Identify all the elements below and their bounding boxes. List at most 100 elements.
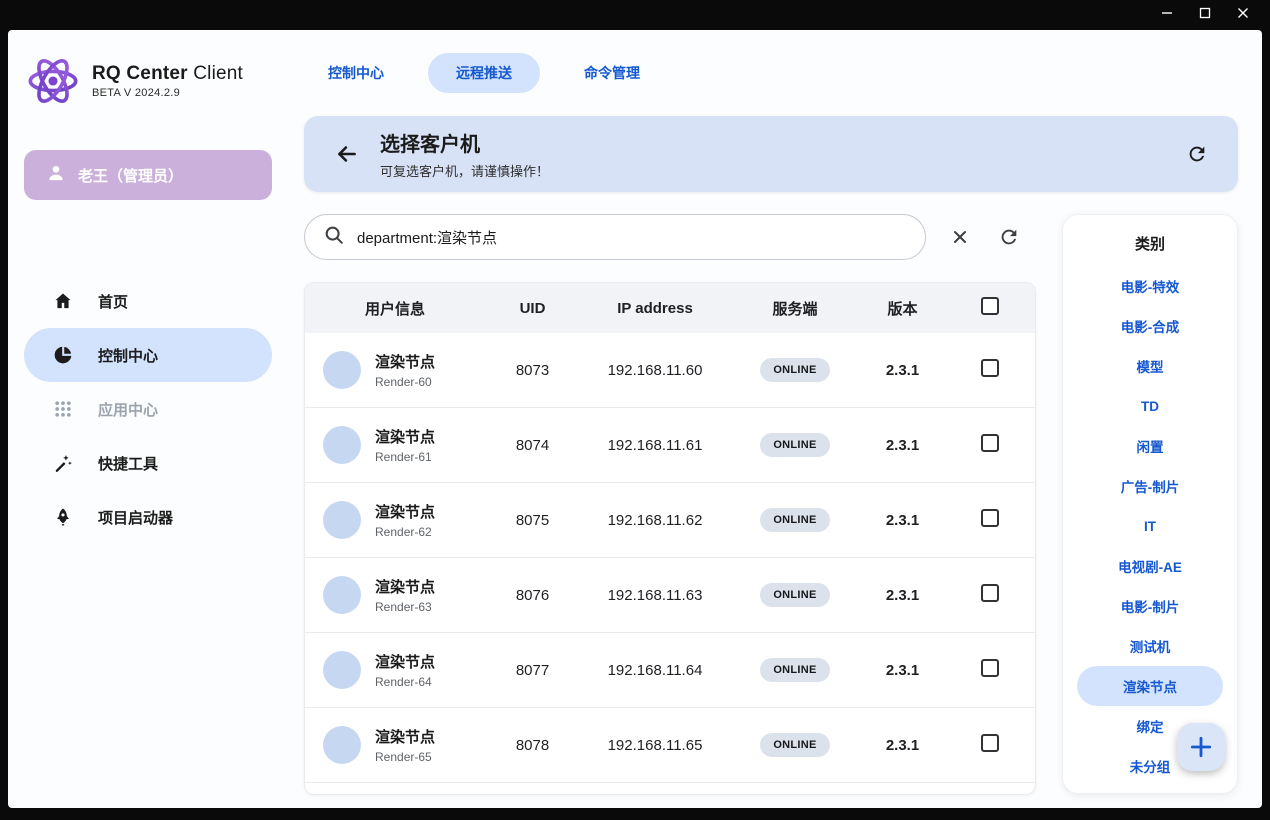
minimize-icon [1161, 6, 1173, 24]
search-bar[interactable] [304, 214, 926, 260]
search-input[interactable] [357, 229, 907, 246]
client-name-stack: 渲染节点Render-60 [375, 351, 435, 389]
sidebar-item-quick-tools[interactable]: 快捷工具 [24, 436, 272, 490]
sidebar: RQ Center Client BETA V 2024.2.9 老王（管理员）… [8, 30, 288, 808]
client-id: Render-62 [375, 525, 435, 539]
table-row[interactable]: 渲染节点Render-658078192.168.11.65ONLINE2.3.… [305, 708, 1035, 783]
client-name-stack: 渲染节点 Render-61 [375, 426, 435, 464]
status-badge: ONLINE [760, 583, 829, 607]
client-id: Render-65 [375, 750, 435, 764]
avatar [323, 351, 361, 389]
main-area: 控制中心 远程推送 命令管理 选择客户机 可复选客户机，请谨慎操作！ [288, 30, 1262, 808]
select-all-checkbox[interactable] [981, 297, 999, 315]
maximize-button[interactable] [1186, 2, 1224, 28]
category-item-4[interactable]: 闲置 [1077, 426, 1223, 466]
app-name-bold: RQ Center [92, 63, 188, 84]
table-row[interactable]: 渲染节点Render-608073192.168.11.60ONLINE2.3.… [305, 333, 1035, 408]
status-cell: ONLINE [760, 658, 829, 682]
close-window-icon [1237, 6, 1249, 24]
user-info-cell: 渲染节点Render-64 [305, 651, 435, 689]
app-frame: RQ Center Client BETA V 2024.2.9 老王（管理员）… [8, 30, 1262, 808]
client-ip: 192.168.11.63 [608, 587, 703, 604]
category-item-3[interactable]: TD [1077, 386, 1223, 426]
tab-remote-push[interactable]: 远程推送 [428, 53, 540, 93]
row-checkbox[interactable] [981, 359, 999, 377]
table-row[interactable]: 渲染节点Render-618074192.168.11.61ONLINE2.3.… [305, 408, 1035, 483]
client-id: Render-60 [375, 375, 435, 389]
client-version: 2.3.1 [886, 737, 919, 754]
user-info-cell: 渲染节点Render-62 [305, 501, 435, 539]
avatar [323, 426, 361, 464]
client-name: 渲染节点 [375, 426, 435, 447]
add-category-button[interactable] [1177, 723, 1225, 771]
table-row[interactable]: 渲染节点Render-628075192.168.11.62ONLINE2.3.… [305, 483, 1035, 558]
tab-command-management[interactable]: 命令管理 [584, 53, 640, 93]
client-id: Render-61 [375, 450, 435, 464]
client-version: 2.3.1 [886, 512, 919, 529]
brand-text: RQ Center Client BETA V 2024.2.9 [92, 63, 243, 99]
title-bar [0, 0, 1270, 30]
clear-search-button[interactable] [946, 223, 974, 251]
refresh-button[interactable] [1182, 139, 1212, 169]
client-id: Render-63 [375, 600, 435, 614]
person-icon [46, 163, 66, 187]
table-body: 渲染节点Render-608073192.168.11.60ONLINE2.3.… [305, 333, 1035, 783]
category-item-6[interactable]: IT [1077, 506, 1223, 546]
maximize-icon [1199, 6, 1211, 24]
back-button[interactable] [330, 137, 364, 171]
sidebar-item-label: 应用中心 [98, 399, 158, 420]
page-header-text: 选择客户机 可复选客户机，请谨慎操作！ [380, 128, 549, 180]
user-info-cell: 渲染节点 Render-63 [305, 576, 435, 614]
page-subtitle: 可复选客户机，请谨慎操作！ [380, 161, 549, 180]
client-ip: 192.168.11.64 [608, 662, 703, 679]
sidebar-item-project-launcher[interactable]: 项目启动器 [24, 490, 272, 544]
app-logo-icon [24, 52, 82, 110]
app-name-rest: Client [188, 63, 243, 84]
client-name: 渲染节点 [375, 576, 435, 597]
category-item-7[interactable]: 电视剧-AE [1077, 546, 1223, 586]
client-list-column: 用户信息UIDIP address服务端版本 渲染节点Render-608073… [304, 214, 1036, 795]
category-item-10[interactable]: 渲染节点 [1077, 666, 1223, 706]
row-checkbox[interactable] [981, 509, 999, 527]
client-uid: 8074 [516, 437, 549, 454]
column-header: 用户信息 [305, 298, 485, 319]
home-icon [52, 291, 74, 311]
sidebar-item-control-center[interactable]: 控制中心 [24, 328, 272, 382]
client-ip: 192.168.11.62 [608, 512, 703, 529]
tab-control-center[interactable]: 控制中心 [328, 53, 384, 93]
sidebar-item-label: 项目启动器 [98, 507, 173, 528]
category-item-1[interactable]: 电影-合成 [1077, 306, 1223, 346]
client-name-stack: 渲染节点Render-62 [375, 501, 435, 539]
category-item-0[interactable]: 电影-特效 [1077, 266, 1223, 306]
close-button[interactable] [1224, 2, 1262, 28]
app-brand: RQ Center Client BETA V 2024.2.9 [24, 52, 272, 110]
sidebar-item-label: 首页 [98, 291, 128, 312]
category-item-9[interactable]: 测试机 [1077, 626, 1223, 666]
column-header: 服务端 [730, 298, 860, 319]
category-item-5[interactable]: 广告-制片 [1077, 466, 1223, 506]
app-version: BETA V 2024.2.9 [92, 87, 243, 99]
checkbox-cell [981, 584, 999, 606]
sidebar-item-app-center[interactable]: 应用中心 [24, 382, 272, 436]
row-checkbox[interactable] [981, 584, 999, 602]
search-refresh-button[interactable] [994, 222, 1024, 252]
row-checkbox[interactable] [981, 659, 999, 677]
table-row[interactable]: 渲染节点Render-638076192.168.11.63ONLINE2.3.… [305, 558, 1035, 633]
sidebar-item-home[interactable]: 首页 [24, 274, 272, 328]
row-checkbox[interactable] [981, 734, 999, 752]
user-info-cell: 渲染节点Render-60 [305, 351, 435, 389]
column-header: UID [485, 300, 580, 317]
minimize-button[interactable] [1148, 2, 1186, 28]
category-item-2[interactable]: 模型 [1077, 346, 1223, 386]
user-badge[interactable]: 老王（管理员） [24, 150, 272, 200]
search-icon [323, 224, 345, 251]
table-row[interactable]: 渲染节点Render-648077192.168.11.64ONLINE2.3.… [305, 633, 1035, 708]
checkbox-cell [981, 659, 999, 681]
app-name: RQ Center Client [92, 63, 243, 85]
row-checkbox[interactable] [981, 434, 999, 452]
client-uid: 8073 [516, 362, 549, 379]
client-version: 2.3.1 [886, 437, 919, 454]
page-header: 选择客户机 可复选客户机，请谨慎操作！ [304, 116, 1238, 192]
category-item-8[interactable]: 电影-制片 [1077, 586, 1223, 626]
column-header: IP address [580, 300, 730, 317]
